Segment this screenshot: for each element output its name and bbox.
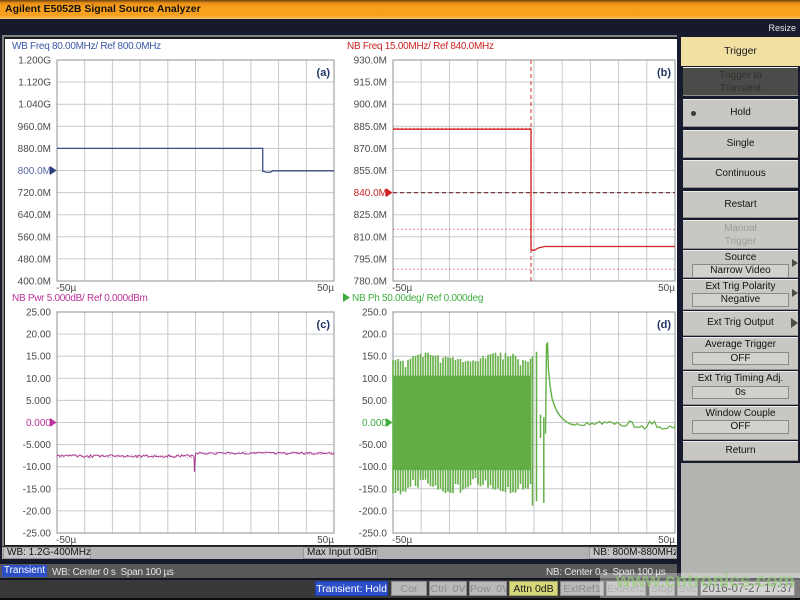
svg-text:-50.00: -50.00	[359, 440, 388, 451]
svg-text:25.00: 25.00	[26, 308, 51, 319]
svg-text:50µ: 50µ	[658, 283, 675, 294]
svg-text:200.0: 200.0	[362, 330, 387, 341]
svg-text:15.00: 15.00	[26, 352, 51, 363]
svg-text:20.00: 20.00	[26, 330, 51, 341]
svg-text:885.0M: 885.0M	[354, 122, 387, 133]
svg-text:-10.00: -10.00	[23, 462, 52, 473]
svg-text:1.040G: 1.040G	[18, 100, 51, 111]
svg-text:(d): (d)	[657, 319, 671, 331]
svg-text:855.0M: 855.0M	[354, 166, 387, 177]
svg-text:50µ: 50µ	[317, 283, 334, 294]
svg-text:150.0: 150.0	[362, 352, 387, 363]
svg-text:840.0M: 840.0M	[354, 188, 387, 199]
svg-text:960.0M: 960.0M	[18, 122, 51, 133]
svg-text:560.0M: 560.0M	[18, 232, 51, 243]
svg-text:780.0M: 780.0M	[354, 277, 387, 288]
svg-text:720.0M: 720.0M	[18, 188, 51, 199]
svg-text:640.0M: 640.0M	[18, 210, 51, 221]
svg-text:-100.0: -100.0	[359, 462, 388, 473]
svg-text:-5.000: -5.000	[23, 440, 52, 451]
svg-text:-150.0: -150.0	[359, 484, 388, 495]
svg-text:870.0M: 870.0M	[354, 144, 387, 155]
svg-text:50µ: 50µ	[317, 535, 334, 546]
svg-text:900.0M: 900.0M	[354, 100, 387, 111]
svg-text:1.120G: 1.120G	[18, 78, 51, 89]
svg-text:-25.00: -25.00	[23, 529, 52, 540]
svg-text:-20.00: -20.00	[23, 506, 52, 517]
svg-text:5.000: 5.000	[26, 396, 51, 407]
svg-text:250.0: 250.0	[362, 308, 387, 319]
svg-text:50.00: 50.00	[362, 396, 387, 407]
svg-text:-15.00: -15.00	[23, 484, 52, 495]
svg-text:-50µ: -50µ	[56, 535, 76, 546]
svg-text:-50µ: -50µ	[392, 535, 412, 546]
svg-text:WB Freq 80.00MHz/ Ref 800.0MHz: WB Freq 80.00MHz/ Ref 800.0MHz	[12, 41, 161, 52]
svg-text:0.000: 0.000	[362, 418, 387, 429]
svg-text:795.0M: 795.0M	[354, 254, 387, 265]
svg-text:NB Pwr 5.000dB/ Ref 0.000dBm: NB Pwr 5.000dB/ Ref 0.000dBm	[12, 293, 148, 304]
svg-text:825.0M: 825.0M	[354, 210, 387, 221]
svg-text:480.0M: 480.0M	[18, 254, 51, 265]
svg-text:(b): (b)	[657, 67, 671, 79]
svg-text:810.0M: 810.0M	[354, 232, 387, 243]
svg-text:(a): (a)	[317, 67, 331, 79]
svg-text:50µ: 50µ	[658, 535, 675, 546]
svg-text:100.0: 100.0	[362, 374, 387, 385]
svg-text:1.200G: 1.200G	[18, 56, 51, 67]
svg-text:880.0M: 880.0M	[18, 144, 51, 155]
svg-text:(c): (c)	[317, 319, 331, 331]
svg-text:NB Ph 50.00deg/ Ref 0.000deg: NB Ph 50.00deg/ Ref 0.000deg	[352, 293, 483, 304]
svg-text:10.00: 10.00	[26, 374, 51, 385]
svg-text:400.0M: 400.0M	[18, 277, 51, 288]
svg-text:-200.0: -200.0	[359, 506, 388, 517]
svg-text:0.000: 0.000	[26, 418, 51, 429]
svg-text:800.0M: 800.0M	[18, 166, 51, 177]
svg-text:915.0M: 915.0M	[354, 78, 387, 89]
svg-text:930.0M: 930.0M	[354, 56, 387, 67]
svg-text:NB Freq 15.00MHz/ Ref 840.0MHz: NB Freq 15.00MHz/ Ref 840.0MHz	[347, 41, 494, 52]
svg-text:-250.0: -250.0	[359, 529, 388, 540]
